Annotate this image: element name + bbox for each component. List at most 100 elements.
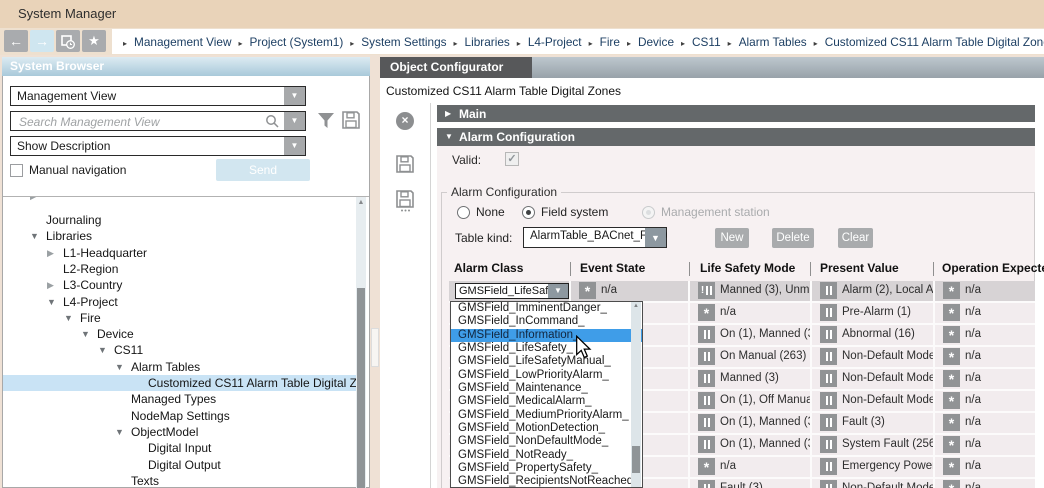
value-list-icon[interactable] xyxy=(820,304,837,321)
tree-item[interactable]: ▼Alarm Tables xyxy=(3,359,356,375)
tree-item[interactable]: L2-Region xyxy=(3,261,356,277)
breadcrumb-item[interactable]: Customized CS11 Alarm Table Digital Zone… xyxy=(825,35,1044,49)
tree-item[interactable]: ▶L1-Headquarter xyxy=(3,245,356,261)
tree-item[interactable]: ▼Libraries xyxy=(3,228,356,244)
dropdown-item[interactable]: GMSField_RecipientsNotReached_ xyxy=(451,475,642,488)
scroll-up-icon[interactable]: ▲ xyxy=(356,199,366,206)
tree-item[interactable]: ▶L3-Country xyxy=(3,277,356,293)
back-button[interactable]: ← xyxy=(4,30,28,52)
tree-item[interactable]: Texts xyxy=(3,473,356,487)
value-list-icon[interactable] xyxy=(820,458,837,475)
view-selector[interactable]: Management View ▼ xyxy=(10,86,306,106)
any-value-icon[interactable]: * xyxy=(943,370,960,387)
discard-button[interactable]: × xyxy=(396,112,414,130)
breadcrumb-item[interactable]: Libraries xyxy=(465,35,510,49)
tree-item[interactable]: ▼CS11 xyxy=(3,342,356,358)
collapse-arrow-icon[interactable]: ▼ xyxy=(115,424,124,440)
collapse-arrow-icon[interactable]: ▼ xyxy=(115,359,124,375)
breadcrumb-item[interactable]: System Settings xyxy=(361,35,446,49)
dropdown-item[interactable]: GMSField_LifeSafetyManual_ xyxy=(451,355,642,368)
any-value-icon[interactable]: * xyxy=(943,480,960,488)
any-value-icon[interactable]: * xyxy=(943,348,960,365)
dropdown-item[interactable]: GMSField_Maintenance_ xyxy=(451,382,642,395)
value-list-icon[interactable] xyxy=(698,436,715,453)
save-search-icon[interactable] xyxy=(341,110,361,135)
value-list-icon[interactable] xyxy=(698,480,715,488)
any-value-icon[interactable]: * xyxy=(943,414,960,431)
value-list-icon[interactable] xyxy=(698,414,715,431)
expand-arrow-icon[interactable]: ▶ xyxy=(47,277,54,293)
value-list-icon[interactable] xyxy=(820,436,837,453)
collapse-arrow-icon[interactable]: ▼ xyxy=(64,310,73,326)
tree-item[interactable]: Digital Output xyxy=(3,457,356,473)
value-list-icon[interactable] xyxy=(820,414,837,431)
breadcrumb-item[interactable]: Alarm Tables xyxy=(739,35,807,49)
value-list-icon[interactable] xyxy=(698,370,715,387)
value-list-icon[interactable] xyxy=(698,348,715,365)
alarm-table-row[interactable]: GMSField_LifeSafe▼*n/a!Manned (3), UnmaA… xyxy=(449,281,1035,301)
combobox-dropdown-icon[interactable]: ▼ xyxy=(548,284,568,298)
favorites-button[interactable]: ★ xyxy=(82,30,106,52)
value-list-icon[interactable] xyxy=(698,392,715,409)
breadcrumb-item[interactable]: Project (System1) xyxy=(250,35,344,49)
tree-item[interactable]: Journaling xyxy=(3,212,356,228)
delete-button[interactable]: Delete xyxy=(772,228,814,248)
dropdown-item[interactable]: GMSField_NonDefaultMode_ xyxy=(451,435,642,448)
tree-item[interactable]: Customized CS11 Alarm Table Digital Zone… xyxy=(3,375,356,391)
value-list-icon[interactable] xyxy=(820,480,837,488)
any-value-icon[interactable]: * xyxy=(943,436,960,453)
collapse-arrow-icon[interactable]: ▼ xyxy=(98,342,107,358)
dropdown-item[interactable]: GMSField_LowPriorityAlarm_ xyxy=(451,369,642,382)
any-value-icon[interactable]: * xyxy=(698,458,715,475)
dropdown-item[interactable]: GMSField_InCommand_ xyxy=(451,315,642,328)
radio-none[interactable] xyxy=(457,206,470,219)
dropdown-item[interactable]: GMSField_NotReady_ xyxy=(451,449,642,462)
expand-arrow-icon[interactable]: ▶ xyxy=(30,197,37,204)
radio-field-system[interactable] xyxy=(522,206,535,219)
dropdown-scrollbar-thumb[interactable] xyxy=(632,446,640,473)
tree-item[interactable]: ▼Device xyxy=(3,326,356,342)
collapse-arrow-icon[interactable]: ▼ xyxy=(30,228,39,244)
chevron-down-icon[interactable]: ▼ xyxy=(284,137,305,155)
dropdown-item[interactable]: GMSField_MotionDetection_ xyxy=(451,422,642,435)
send-button[interactable]: Send xyxy=(216,159,310,181)
search-input[interactable] xyxy=(17,113,246,131)
dropdown-item[interactable]: GMSField_LifeSafety_ xyxy=(451,342,642,355)
dropdown-item[interactable]: GMSField_ImminentDanger_ xyxy=(451,302,642,315)
any-value-icon[interactable]: * xyxy=(943,392,960,409)
search-box[interactable]: ▼ xyxy=(10,111,306,131)
section-header-alarm-configuration[interactable]: ▼ Alarm Configuration xyxy=(437,128,1035,146)
dropdown-item[interactable]: GMSField_Information_ xyxy=(451,329,642,342)
any-value-icon[interactable]: * xyxy=(943,282,960,299)
object-configurator-tab[interactable]: Object Configurator xyxy=(380,57,532,78)
tree-item[interactable]: NodeMap Settings xyxy=(3,408,356,424)
radio-management-station[interactable] xyxy=(642,206,655,219)
chevron-down-icon[interactable]: ▼ xyxy=(284,87,305,105)
filter-icon[interactable] xyxy=(316,112,336,135)
collapse-arrow-icon[interactable]: ▼ xyxy=(47,294,56,310)
value-list-icon[interactable] xyxy=(820,348,837,365)
save-as-button[interactable] xyxy=(395,189,415,218)
chevron-down-icon[interactable]: ▼ xyxy=(645,228,666,247)
history-button[interactable] xyxy=(56,30,80,52)
dropdown-item[interactable]: GMSField_MedicalAlarm_ xyxy=(451,395,642,408)
value-list-icon[interactable]: ! xyxy=(698,282,715,299)
display-mode-selector[interactable]: Show Description ▼ xyxy=(10,136,306,156)
tree-item[interactable]: Managed Types xyxy=(3,391,356,407)
tree-item[interactable]: ▼L4-Project xyxy=(3,294,356,310)
value-list-icon[interactable] xyxy=(820,326,837,343)
dropdown-item[interactable]: GMSField_MediumPriorityAlarm_ xyxy=(451,409,642,422)
value-list-icon[interactable] xyxy=(820,370,837,387)
tree-scrollbar-thumb[interactable] xyxy=(357,288,365,488)
any-value-icon[interactable]: * xyxy=(943,458,960,475)
scroll-up-icon[interactable]: ▲ xyxy=(631,303,641,309)
dropdown-item[interactable]: GMSField_PropertySafety_ xyxy=(451,462,642,475)
breadcrumb-item[interactable]: L4-Project xyxy=(528,35,582,49)
forward-button[interactable]: → xyxy=(30,30,54,52)
alarm-class-combobox[interactable]: GMSField_LifeSafe▼ xyxy=(455,283,569,299)
breadcrumb-item[interactable]: Device xyxy=(638,35,674,49)
section-header-main[interactable]: ▶ Main xyxy=(437,105,1035,122)
manual-navigation-checkbox[interactable] xyxy=(10,164,23,177)
valid-checkbox[interactable]: ✓ xyxy=(505,152,519,166)
collapse-arrow-icon[interactable]: ▼ xyxy=(81,326,90,342)
